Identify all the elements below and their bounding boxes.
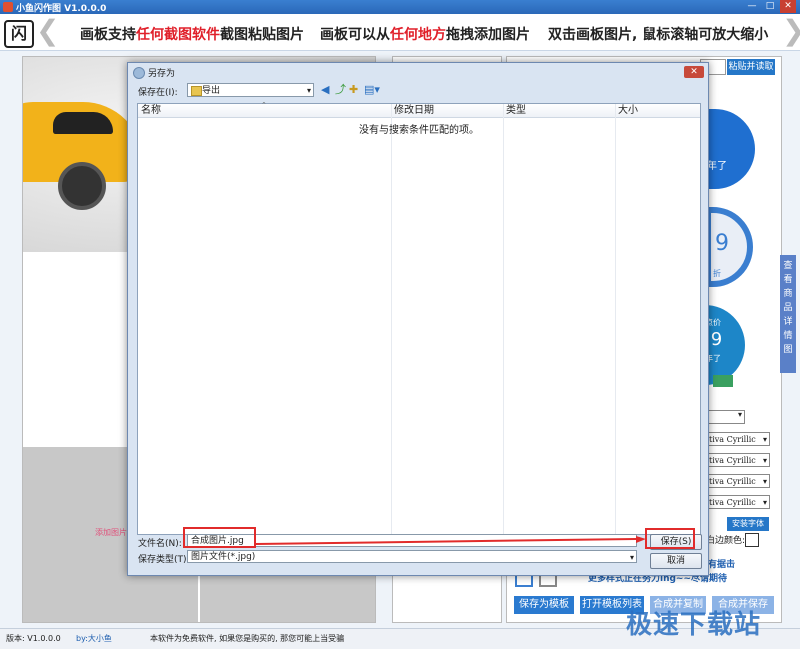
save-as-dialog: 另存为 ✕ 保存在(I): 导出 ▾ ◀ ⤴ ✚ ▤▾ ⌃ 名称 修改日期 类型… [127, 62, 709, 576]
banner: 闪 ❮ 画板支持任何截图软件截图粘贴图片 画板可以从任何地方拖拽添加图片 双击画… [0, 14, 800, 51]
version-text: 版本: V1.0.0.0 [6, 634, 61, 643]
save-in-value: 导出 [202, 86, 221, 96]
highlight-arrow [256, 536, 646, 545]
car-wheel-shape [58, 162, 106, 210]
view-menu-icon[interactable]: ▤▾ [364, 83, 380, 97]
chevron-down-icon: ▾ [629, 553, 634, 562]
maximize-button[interactable]: □ [762, 0, 778, 13]
highlight-box [183, 527, 256, 548]
thumb-text: 9 [715, 231, 729, 256]
logo: 闪 [4, 20, 34, 48]
app-titlebar: 小鱼闪作图 V1.0.0.0 — □ ✕ [0, 0, 800, 14]
notice-text: 本软件为免费软件, 如果您是购买的, 那您可能上当受骗 [150, 634, 345, 643]
filetype-label: 保存类型(T): [138, 555, 190, 565]
watermark: 极速下载站 [626, 610, 762, 640]
save-in-select[interactable]: 导出 ▾ [187, 83, 314, 97]
template-thumb[interactable]: 9 折 [705, 207, 753, 287]
cancel-button[interactable]: 取消 [650, 553, 702, 569]
close-button[interactable]: ✕ [780, 0, 796, 13]
app-title: 小鱼闪作图 V1.0.0.0 [16, 4, 107, 14]
filetype-select[interactable]: 图片文件(*.jpg) ▾ [187, 550, 637, 563]
new-folder-icon[interactable]: ✚ [349, 83, 358, 97]
app-icon [3, 2, 13, 12]
font-select[interactable]: tiva Cyrillic [706, 474, 770, 489]
column-divider [615, 104, 616, 534]
folder-icon [191, 86, 202, 96]
filename-label: 文件名(N): [138, 539, 182, 549]
font-select[interactable]: tiva Cyrillic [706, 453, 770, 468]
ribbon-icon [713, 375, 733, 387]
highlight-box [645, 528, 695, 549]
font-select[interactable]: tiva Cyrillic [706, 495, 770, 510]
column-size[interactable]: 大小 [615, 104, 700, 117]
up-folder-icon[interactable]: ⤴ [335, 83, 346, 97]
empty-message: 没有与搜索条件匹配的项。 [359, 125, 479, 136]
add-image-label[interactable]: 添加图片 [95, 527, 127, 538]
slogan-2: 画板可以从任何地方拖拽添加图片 [320, 27, 530, 43]
font-select[interactable]: tiva Cyrillic [706, 432, 770, 447]
thumb-text: 年了 [707, 161, 727, 172]
dialog-icon [133, 67, 145, 79]
view-product-detail-tab[interactable]: 查看商品详情图 [780, 255, 796, 373]
dialog-title: 另存为 [148, 69, 176, 79]
chevron-down-icon: ▾ [306, 86, 311, 95]
border-color-picker[interactable] [745, 533, 759, 547]
column-divider [391, 104, 392, 534]
filetype-value: 图片文件(*.jpg) [191, 552, 256, 562]
slogan-1: 画板支持任何截图软件截图粘贴图片 [80, 27, 304, 43]
dialog-titlebar[interactable]: 另存为 ✕ [128, 63, 708, 81]
template-thumb[interactable]: 点价 .9 年了 [705, 305, 745, 385]
column-divider [503, 104, 504, 534]
paste-button[interactable]: 粘贴并读取 [727, 59, 775, 75]
border-color-label: 白边颜色: [706, 536, 746, 546]
thumb-text: 折 [713, 269, 721, 278]
car-window-shape [53, 112, 113, 134]
column-name[interactable]: 名称 [138, 104, 391, 117]
hint-text: 有据击 [708, 560, 736, 570]
install-font-button[interactable]: 安装字体 [727, 517, 769, 531]
save-template-button[interactable]: 保存为模板 [514, 596, 574, 614]
author-text: by:大小鱼 [76, 634, 112, 643]
back-icon[interactable]: ◀ [321, 83, 329, 97]
chevron-right-icon[interactable]: ❯ [782, 16, 800, 46]
slogan-3: 双击画板图片, 鼠标滚轴可放大缩小 [548, 27, 769, 43]
column-type[interactable]: 类型 [503, 104, 615, 117]
save-in-label: 保存在(I): [138, 88, 178, 98]
dialog-close-button[interactable]: ✕ [684, 66, 704, 78]
template-thumb[interactable]: 年了 [705, 109, 755, 189]
minimize-button[interactable]: — [744, 0, 760, 13]
chevron-left-icon[interactable]: ❮ [36, 16, 59, 46]
column-date[interactable]: 修改日期 [391, 104, 503, 117]
file-list[interactable]: ⌃ 名称 修改日期 类型 大小 没有与搜索条件匹配的项。 [137, 101, 701, 535]
